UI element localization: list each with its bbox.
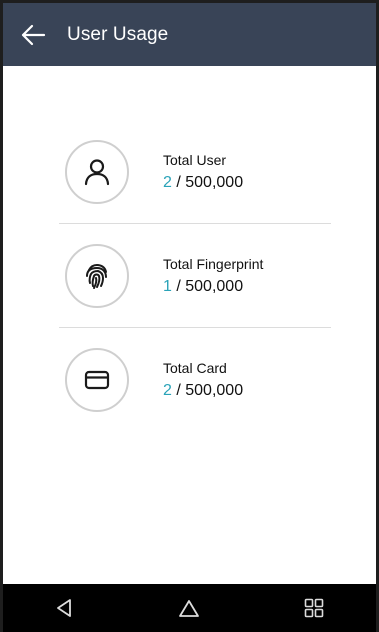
usage-max: 500,000	[185, 277, 244, 295]
page-title: User Usage	[67, 23, 169, 45]
app-header: User Usage	[3, 3, 376, 66]
usage-value: 2 / 500,000	[163, 381, 243, 401]
usage-count: 1	[163, 277, 172, 295]
card-icon	[84, 370, 110, 390]
usage-row-card: Total Card 2 / 500,000	[59, 328, 331, 432]
system-navigation-bar	[3, 584, 376, 632]
usage-count: 2	[163, 382, 172, 399]
usage-count: 2	[163, 173, 172, 191]
fingerprint-icon-circle	[65, 243, 129, 308]
recent-apps-icon	[304, 598, 324, 618]
usage-row-fingerprint: Total Fingerprint 1 / 500,000	[59, 224, 331, 328]
back-nav-icon	[57, 599, 72, 617]
back-button[interactable]	[13, 15, 53, 55]
usage-label: Total Card	[163, 360, 227, 376]
nav-home-button[interactable]	[159, 584, 219, 632]
card-icon-circle	[65, 348, 129, 412]
home-icon	[179, 600, 200, 617]
person-icon	[84, 158, 110, 185]
usage-separator: /	[171, 173, 186, 191]
usage-info: Total Card 2 / 500,000	[163, 359, 243, 401]
usage-list: Total User 2 / 500,000 Total Fingerprint	[59, 120, 331, 432]
usage-label: Total User	[163, 151, 227, 168]
fingerprint-icon	[86, 263, 107, 289]
usage-separator: /	[171, 382, 186, 399]
usage-info: Total Fingerprint 1 / 500,000	[163, 255, 263, 297]
nav-recent-apps-button[interactable]	[284, 584, 344, 632]
usage-value: 2 / 500,000	[163, 173, 243, 193]
usage-max: 500,000	[185, 173, 244, 191]
usage-separator: /	[171, 277, 186, 295]
user-icon-circle	[65, 139, 129, 204]
device-screen: User Usage Total User 2 / 500,000 Total …	[0, 0, 379, 632]
usage-label: Total Fingerprint	[163, 255, 264, 272]
usage-max: 500,000	[185, 382, 244, 399]
usage-value: 1 / 500,000	[163, 277, 263, 297]
usage-info: Total User 2 / 500,000	[163, 151, 243, 193]
arrow-left-icon	[21, 24, 46, 45]
nav-back-button[interactable]	[35, 584, 95, 632]
usage-row-user: Total User 2 / 500,000	[59, 120, 331, 224]
